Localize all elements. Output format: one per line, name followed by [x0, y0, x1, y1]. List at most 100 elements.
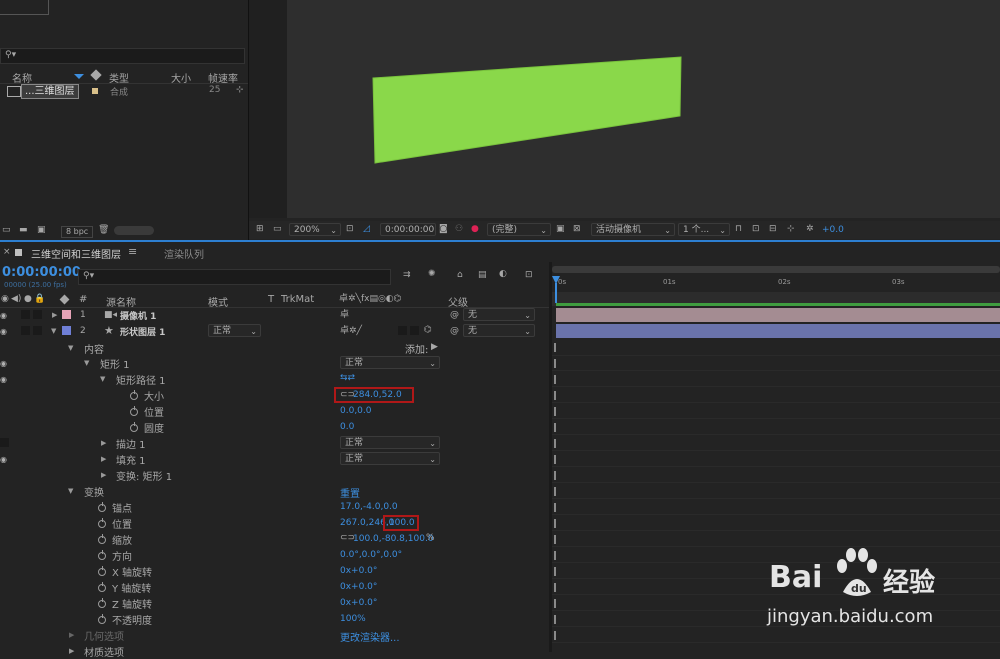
new-composition-icon[interactable]: ▣: [37, 226, 46, 235]
visibility-eye-icon[interactable]: ◉: [0, 455, 8, 464]
trash-icon[interactable]: 🗑: [98, 226, 109, 235]
pickwhip-icon[interactable]: @: [450, 311, 459, 320]
collapse-arrow-icon[interactable]: ▼: [68, 344, 73, 352]
3d-layer-icon[interactable]: ⌬: [424, 326, 432, 335]
prop-transform-row[interactable]: ▼ 变换 重置: [0, 483, 549, 500]
bpc-badge[interactable]: 8 bpc: [61, 226, 94, 238]
timeline-search-input[interactable]: ⚲▾: [78, 269, 391, 285]
prop-scale[interactable]: 缩放: [112, 532, 132, 547]
orientation-value[interactable]: 0.0°,0.0°,0.0°: [340, 550, 402, 560]
prop-yrot[interactable]: Y 轴旋转: [112, 580, 151, 595]
prop-roundness-row[interactable]: 圆度 0.0: [0, 419, 549, 435]
zrot-value[interactable]: 0x+0.0°: [340, 598, 377, 608]
motionblur-toggle[interactable]: [410, 326, 419, 335]
prop-orientation-row[interactable]: 方向 0.0°,0.0°,0.0°: [0, 547, 549, 563]
prop-contents[interactable]: 内容: [84, 341, 104, 356]
shy-switch-icon[interactable]: 卓✲╱: [340, 327, 362, 336]
green-rectangle-shape[interactable]: [372, 56, 682, 164]
audio-toggle[interactable]: [21, 310, 30, 319]
frame-blending-icon[interactable]: ▤: [478, 271, 487, 280]
collapse-arrow-icon[interactable]: ▼: [51, 327, 56, 335]
layer-label-color[interactable]: [62, 310, 71, 319]
prop-zrot[interactable]: Z 轴旋转: [112, 596, 152, 611]
prop-position-row[interactable]: 位置 0.0,0.0: [0, 403, 549, 419]
layer-label-color[interactable]: [62, 326, 71, 335]
reset-exposure-icon[interactable]: ⊡: [752, 225, 760, 234]
anchor-value[interactable]: 17.0,-4.0,0.0: [340, 502, 398, 512]
layer-mode-select[interactable]: 正常 ⌄: [208, 324, 261, 337]
column-framerate[interactable]: 帧速率: [208, 70, 238, 85]
scale-value[interactable]: 100.0,-80.8,100.0: [353, 534, 434, 544]
fast-preview-icon[interactable]: ▣: [556, 225, 565, 234]
prop-rect-path-row[interactable]: ◉ ▼ 矩形路径 1 ⇆⇄: [0, 371, 549, 388]
prop-fill-row[interactable]: ◉ ▶ 填充 1 正常 ⌄: [0, 451, 549, 467]
expand-arrow-icon[interactable]: ▶: [69, 631, 74, 639]
collapse-arrow-icon[interactable]: ▼: [100, 375, 105, 383]
exposure-icon[interactable]: ✲: [806, 225, 814, 234]
work-area-range[interactable]: [556, 303, 1000, 306]
stopwatch-icon[interactable]: [98, 582, 106, 592]
region-of-interest-icon[interactable]: ◿: [363, 225, 370, 234]
visibility-eye-icon[interactable]: ◉: [0, 311, 8, 320]
prop-roundness[interactable]: 圆度: [144, 420, 164, 435]
new-folder-icon[interactable]: ▬: [19, 226, 28, 235]
visibility-eye-icon[interactable]: ◉: [0, 327, 8, 336]
prop-opacity[interactable]: 不透明度: [112, 612, 152, 627]
roundness-value[interactable]: 0.0: [340, 422, 354, 432]
flowchart-icon[interactable]: ⊹: [787, 225, 795, 234]
pickwhip-icon[interactable]: @: [450, 327, 459, 336]
stopwatch-icon[interactable]: [130, 406, 138, 416]
comp-flowchart-icon[interactable]: ⇉: [403, 271, 411, 280]
lock-toggle[interactable]: [33, 310, 42, 319]
close-tab-icon[interactable]: ×: [3, 248, 11, 257]
yrot-value[interactable]: 0x+0.0°: [340, 582, 377, 592]
prop-xrot-row[interactable]: X 轴旋转 0x+0.0°: [0, 563, 549, 579]
layer-bar-1[interactable]: [556, 308, 1000, 322]
expand-arrow-icon[interactable]: ▶: [101, 471, 106, 479]
show-snapshot-icon[interactable]: ⚇: [455, 225, 463, 234]
prop-orientation[interactable]: 方向: [112, 548, 132, 563]
stopwatch-icon[interactable]: [130, 390, 138, 400]
viewer-canvas[interactable]: [287, 0, 1000, 218]
tab-comp-label[interactable]: 三维空间和三维图层: [31, 246, 121, 261]
prop-rect-path[interactable]: 矩形路径 1: [116, 372, 166, 387]
stopwatch-icon[interactable]: [98, 598, 106, 608]
prop-pos[interactable]: 位置: [112, 516, 132, 531]
collapse-arrow-icon[interactable]: ▼: [84, 359, 89, 367]
pos-value-z[interactable]: ,100.0: [386, 518, 415, 528]
stopwatch-icon[interactable]: [98, 550, 106, 560]
project-item-row[interactable]: ...三维图层 合成 25 ⊹: [0, 84, 248, 99]
stopwatch-icon[interactable]: [98, 518, 106, 528]
prop-transform-rect-row[interactable]: ▶ 变换: 矩形 1: [0, 467, 549, 483]
prop-xrot[interactable]: X 轴旋转: [112, 564, 152, 579]
change-renderer-link[interactable]: 更改渲染器...: [340, 629, 400, 644]
visibility-eye-icon[interactable]: ◉: [0, 359, 8, 368]
tab-render-queue[interactable]: 渲染队列: [164, 246, 204, 261]
shy-layers-icon[interactable]: ⌂: [457, 271, 463, 280]
monitor-icon[interactable]: ▭: [273, 225, 282, 234]
adjustment-toggle[interactable]: [398, 326, 407, 335]
xrot-value[interactable]: 0x+0.0°: [340, 566, 377, 576]
time-navigator[interactable]: [552, 266, 1000, 273]
sort-arrow-icon[interactable]: [74, 74, 84, 79]
transparency-grid-icon[interactable]: ⊠: [573, 225, 581, 234]
project-scroll-thumb[interactable]: [114, 226, 154, 235]
parent-select[interactable]: 无 ⌄: [463, 324, 535, 337]
prop-yrot-row[interactable]: Y 轴旋转 0x+0.0°: [0, 579, 549, 595]
time-ruler[interactable]: 0s 01s 02s 03s: [552, 275, 1000, 293]
expand-arrow-icon[interactable]: ▶: [101, 439, 106, 447]
prop-transform[interactable]: 变换: [84, 484, 104, 499]
prop-stroke-row[interactable]: ▶ 描边 1 正常 ⌄: [0, 435, 549, 451]
stopwatch-icon[interactable]: [98, 566, 106, 576]
shy-switch-icon[interactable]: 卓: [340, 311, 349, 320]
graph-editor-icon[interactable]: ⊡: [525, 271, 533, 280]
audio-toggle[interactable]: [21, 326, 30, 335]
parent-select[interactable]: 无 ⌄: [463, 308, 535, 321]
size-value[interactable]: 284.0,52.0: [353, 390, 402, 400]
prop-zrot-row[interactable]: Z 轴旋转 0x+0.0°: [0, 595, 549, 611]
prop-geometry-row[interactable]: ▶ 几何选项 更改渲染器...: [0, 627, 549, 644]
rect-mode-select[interactable]: 正常 ⌄: [340, 356, 440, 369]
views-select[interactable]: 1 个... ⌄: [678, 223, 730, 236]
expand-arrow-icon[interactable]: ▶: [52, 311, 57, 319]
snapshot-camera-icon[interactable]: ◙: [439, 225, 448, 234]
